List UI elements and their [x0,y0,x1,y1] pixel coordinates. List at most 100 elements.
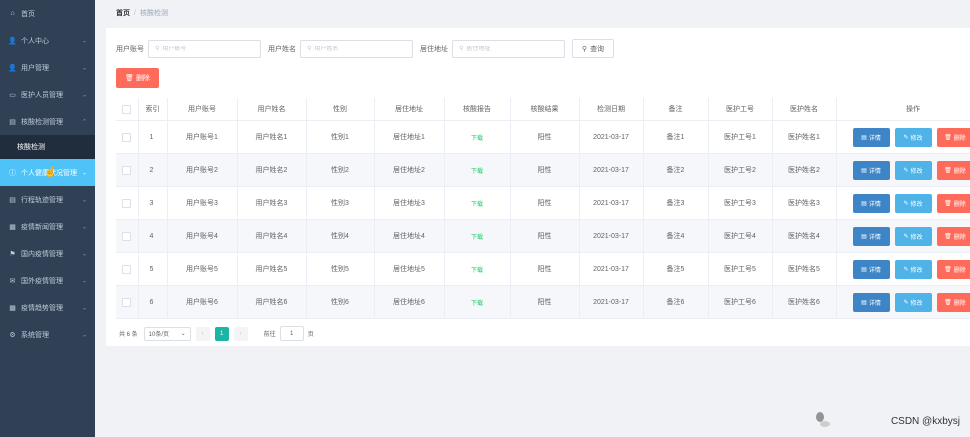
cell-staff-name: 医护姓名6 [772,285,837,319]
cell-result: 阳性 [510,219,580,253]
account-input[interactable] [162,45,253,52]
header-gender: 性别 [306,98,375,121]
cell-result: 阳性 [510,285,580,319]
row-checkbox[interactable] [122,297,132,307]
cell-report: 下载 [444,186,511,220]
sidebar-subitem-nucleic-test[interactable]: 核酸检测 [0,135,95,159]
edit-icon: ✎ [903,134,909,141]
sidebar-item-label: 系统管理 [21,331,49,339]
delete-button[interactable]: 🗑 删除 [936,292,970,312]
page-size-value: 10条/页 [148,332,170,338]
edit-button[interactable]: ✎ 修改 [894,259,932,279]
cell-index: 2 [138,153,168,187]
download-link[interactable]: 下载 [471,202,483,208]
next-page-button[interactable]: › [233,326,248,341]
chevron-up-icon: ⌃ [81,119,87,125]
download-link[interactable]: 下载 [471,235,483,241]
detail-label: 详情 [868,201,881,208]
detail-button[interactable]: ▤ 详情 [852,226,890,246]
sidebar-item-home[interactable]: ⌂ 首页 [0,0,95,27]
sidebar-item-domestic[interactable]: ⚑ 国内疫情管理 ⌄ [0,240,95,267]
delete-button[interactable]: 🗑 删除 [936,127,970,147]
document-icon: ▤ [9,118,16,126]
query-button[interactable]: ⚲ 查询 [572,39,614,58]
cell-staff-name: 医护姓名3 [772,186,837,220]
edit-button[interactable]: ✎ 修改 [894,127,932,147]
goto-page-input[interactable]: 1 [279,326,304,341]
chevron-down-icon: ⌄ [180,331,186,337]
sidebar-item-itinerary[interactable]: ▤ 行程轨迹管理 ⌄ [0,186,95,213]
batch-delete-button[interactable]: 🗑 删除 [116,68,159,88]
sidebar-item-nucleic-test-mgmt[interactable]: ▤ 核酸检测管理 ⌃ [0,108,95,135]
edit-label: 修改 [910,201,923,208]
chevron-down-icon: ⌄ [81,65,87,71]
chevron-right-icon: › [239,330,242,337]
cell-staff-name: 医护姓名1 [772,120,837,154]
info-icon: ⓘ [9,169,16,177]
edit-label: 修改 [910,168,923,175]
sidebar-item-medical-staff[interactable]: ▭ 医护人员管理 ⌄ [0,81,95,108]
edit-icon: ✎ [903,167,909,174]
row-checkbox[interactable] [122,132,132,142]
row-checkbox[interactable] [122,198,132,208]
sidebar-item-news[interactable]: ▦ 疫情新闻管理 ⌄ [0,213,95,240]
address-label: 居住地址 [420,45,448,53]
sidebar-item-label: 核酸检测管理 [21,118,63,126]
cell-date: 2021-03-17 [579,153,644,187]
detail-button[interactable]: ▤ 详情 [852,259,890,279]
edit-button[interactable]: ✎ 修改 [894,160,932,180]
name-field[interactable]: ⚲ [300,39,413,58]
detail-button[interactable]: ▤ 详情 [852,292,890,312]
detail-button[interactable]: ▤ 详情 [852,160,890,180]
sidebar-item-label: 个人中心 [21,37,49,45]
prev-page-button[interactable]: ‹ [195,326,210,341]
breadcrumb-home[interactable]: 首页 [116,8,130,18]
cell-name: 用户姓名2 [237,153,307,187]
sidebar-item-users[interactable]: 👤 用户管理 ⌄ [0,54,95,81]
chevron-down-icon: ⌄ [81,38,87,44]
breadcrumb-separator: / [134,9,136,17]
name-input[interactable] [314,45,405,52]
page-number-current[interactable]: 1 [214,326,229,341]
page-size-select[interactable]: 10条/页 ⌄ [143,326,191,341]
row-checkbox[interactable] [122,231,132,241]
download-link[interactable]: 下载 [471,136,483,142]
cell-staff-id: 医护工号4 [708,219,773,253]
download-link[interactable]: 下载 [471,301,483,307]
list-icon: ▦ [9,304,16,312]
delete-button[interactable]: 🗑 删除 [936,160,970,180]
download-link[interactable]: 下载 [471,169,483,175]
detail-button[interactable]: ▤ 详情 [852,193,890,213]
edit-button[interactable]: ✎ 修改 [894,226,932,246]
sidebar-item-system[interactable]: ⚙ 系统管理 ⌄ [0,321,95,348]
row-checkbox[interactable] [122,165,132,175]
detail-button[interactable]: ▤ 详情 [852,127,890,147]
delete-button[interactable]: 🗑 删除 [936,193,970,213]
address-input[interactable] [466,45,557,52]
chevron-down-icon: ⌄ [81,251,87,257]
row-checkbox[interactable] [122,264,132,274]
delete-label: 删除 [953,267,966,274]
sidebar-item-trend[interactable]: ▦ 疫情趋势管理 ⌄ [0,294,95,321]
cell-index: 6 [138,285,168,319]
sidebar-item-profile[interactable]: 👤 个人中心 ⌄ [0,27,95,54]
sidebar-item-label: 国内疫情管理 [21,250,63,258]
address-field[interactable]: ⚲ [452,39,565,58]
cell-report: 下载 [444,120,511,154]
checkbox[interactable] [122,104,132,114]
account-field[interactable]: ⚲ [148,39,261,58]
delete-button[interactable]: 🗑 删除 [936,259,970,279]
header-select-all[interactable] [116,98,139,121]
search-form: 用户账号 ⚲ 用户姓名 ⚲ 居住地址 ⚲ ⚲ 查询 [116,39,614,58]
download-link[interactable]: 下载 [471,268,483,274]
edit-button[interactable]: ✎ 修改 [894,292,932,312]
trash-icon: 🗑 [944,266,952,273]
edit-button[interactable]: ✎ 修改 [894,193,932,213]
hand-cursor-icon: ☝ [44,167,57,178]
breadcrumb: 首页 / 核酸检测 [116,8,168,18]
cell-name: 用户姓名3 [237,186,307,220]
chevron-down-icon: ⌄ [81,224,87,230]
flag-icon: ⚑ [9,250,16,258]
sidebar-item-foreign[interactable]: ✉ 国外疫情管理 ⌄ [0,267,95,294]
delete-button[interactable]: 🗑 删除 [936,226,970,246]
